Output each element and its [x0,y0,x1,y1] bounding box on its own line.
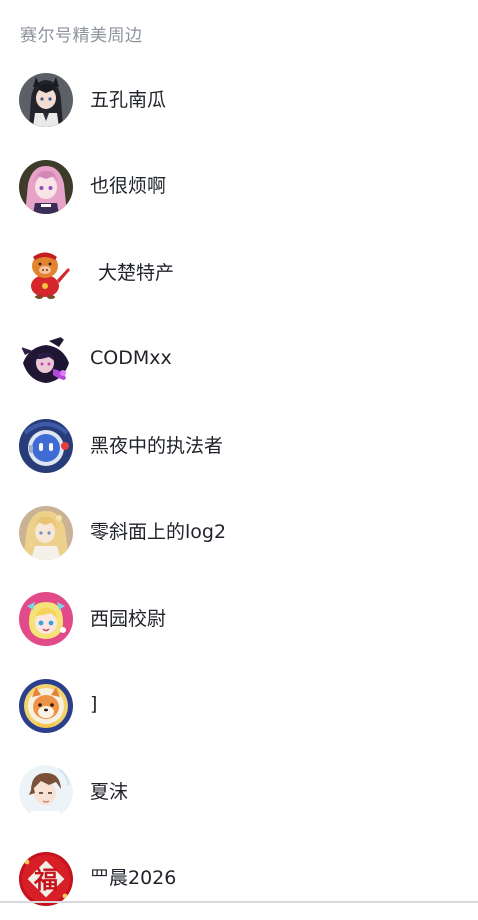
blue-robot-avatar[interactable] [19,419,73,473]
user-name[interactable]: 黑夜中的执法者 [90,401,223,488]
user-row-10[interactable]: 福 罒晨2026 [0,834,478,920]
user-list: 五孔南瓜 也很烦啊 [0,55,478,920]
user-row-7[interactable]: 西园校尉 [0,574,478,661]
red-fu-character-avatar[interactable]: 福 [19,852,73,906]
user-row-2[interactable]: 也很烦啊 [0,142,478,229]
user-row-9[interactable]: 夏沫 [0,747,478,834]
user-row-5[interactable]: 黑夜中的执法者 [0,401,478,488]
anime-girl-pink-hair-avatar[interactable] [19,160,73,214]
user-name[interactable]: 西园校尉 [90,574,166,661]
user-row-4[interactable]: CODMxx [0,315,478,402]
shiba-dog-avatar[interactable] [19,679,73,733]
user-row-3[interactable]: 大楚特产 [0,228,478,315]
anime-boy-avatar[interactable] [19,765,73,819]
user-row-1[interactable]: 五孔南瓜 [0,55,478,142]
user-name[interactable]: 五孔南瓜 [90,55,166,142]
user-name[interactable]: CODMxx [90,315,172,402]
user-name[interactable]: 夏沫 [90,747,128,834]
anime-girl-dark-hair-avatar[interactable] [19,73,73,127]
section-title: 赛尔号精美周边 [20,24,143,48]
dark-anime-character-avatar[interactable] [19,333,73,387]
pink-chibi-character-avatar[interactable] [19,592,73,646]
user-row-6[interactable]: 零斜面上的log2 [0,488,478,575]
blonde-anime-girl-avatar[interactable] [19,506,73,560]
svg-text:福: 福 [33,866,58,894]
red-pig-mascot-avatar[interactable] [19,246,73,300]
user-name[interactable]: 大楚特产 [98,228,174,315]
user-name[interactable]: ] [90,661,97,748]
user-name[interactable]: 罒晨2026 [90,834,176,920]
bottom-divider [0,901,478,903]
user-name[interactable]: 也很烦啊 [90,142,166,229]
user-name[interactable]: 零斜面上的log2 [90,488,226,575]
user-row-8[interactable]: ] [0,661,478,748]
